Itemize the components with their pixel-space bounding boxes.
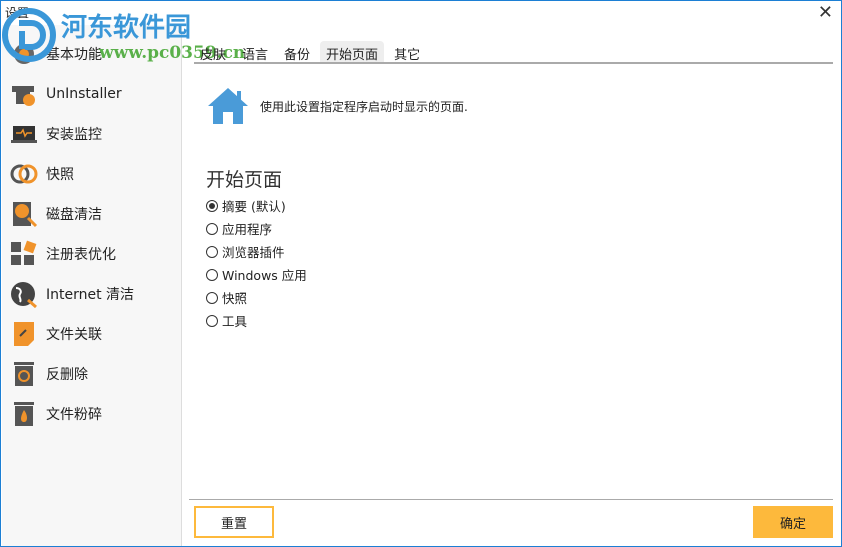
- settings-window: 设置 ✕ 基本功能 UnInstaller 安装监控 快照 磁盘清洁 注册表优化 Inter…: [0, 0, 842, 547]
- sidebar-item[interactable]: 快照: [10, 156, 180, 192]
- tab[interactable]: 开始页面: [320, 41, 385, 63]
- start-page-option[interactable]: 浏览器插件: [206, 242, 285, 261]
- option-label: 浏览器插件: [222, 245, 285, 260]
- window-title: 设置: [5, 6, 30, 20]
- gear-icon: [10, 40, 38, 68]
- tab-bar: 皮肤 语言 备份 开始页面 其它: [194, 41, 833, 64]
- sidebar: 基本功能 UnInstaller 安装监控快照磁盘清洁注册表优化 Internet 清…: [2, 25, 182, 546]
- shredder-icon: [10, 400, 38, 428]
- tab[interactable]: 语言: [236, 41, 274, 63]
- sidebar-item-label: 快照: [46, 167, 74, 183]
- footer-divider: [189, 499, 833, 500]
- radio-button[interactable]: [206, 245, 218, 258]
- start-page-option[interactable]: Windows 应用: [206, 265, 307, 284]
- option-label: 摘要 (默认): [222, 199, 286, 214]
- monitor-icon: [10, 120, 38, 148]
- sidebar-item[interactable]: Internet 清洁: [10, 276, 180, 312]
- radio-button[interactable]: [206, 291, 218, 304]
- sidebar-item-label: 文件粉碎: [46, 407, 102, 423]
- close-icon[interactable]: ✕: [818, 3, 833, 23]
- sidebar-item-label: 注册表优化: [46, 247, 116, 263]
- sidebar-item[interactable]: 文件粉碎: [10, 396, 180, 432]
- option-label: 快照: [222, 291, 248, 306]
- sidebar-item[interactable]: 文件关联: [10, 316, 180, 352]
- radio-button[interactable]: [206, 268, 218, 281]
- radio-button[interactable]: [206, 199, 218, 212]
- watermark-name: 河东软件园: [61, 13, 192, 43]
- sidebar-item-label: 基本功能: [46, 47, 102, 63]
- section-title: 开始页面: [206, 169, 283, 191]
- sidebar-item-label: Internet 清洁: [46, 287, 135, 303]
- sidebar-item-label: 安装监控: [46, 127, 102, 143]
- snapshot-icon: [10, 160, 38, 188]
- sidebar-item[interactable]: UnInstaller: [10, 76, 180, 112]
- start-page-option[interactable]: 快照: [206, 288, 247, 307]
- info-row: 使用此设置指定程序启动时显示的页面.: [206, 86, 468, 126]
- option-label: Windows 应用: [222, 268, 307, 283]
- globe-icon: [10, 280, 38, 308]
- option-label: 工具: [222, 314, 248, 329]
- undelete-icon: [10, 360, 38, 388]
- tab[interactable]: 皮肤: [194, 41, 232, 63]
- sidebar-item[interactable]: 反删除: [10, 356, 180, 392]
- start-page-option[interactable]: 摘要 (默认): [206, 196, 286, 215]
- start-page-option[interactable]: 工具: [206, 311, 247, 330]
- sidebar-item[interactable]: 磁盘清洁: [10, 196, 180, 232]
- uninstaller-icon: [10, 80, 38, 108]
- tab[interactable]: 备份: [278, 41, 316, 63]
- start-page-option[interactable]: 应用程序: [206, 219, 272, 238]
- registry-icon: [10, 240, 38, 268]
- tab[interactable]: 其它: [388, 41, 426, 63]
- ok-button[interactable]: 确定: [753, 506, 833, 538]
- sidebar-item-label: 文件关联: [46, 327, 102, 343]
- sidebar-item-label: 磁盘清洁: [46, 207, 102, 223]
- sidebar-item-label: 反删除: [46, 367, 88, 383]
- reset-button[interactable]: 重置: [194, 506, 274, 538]
- file-link-icon: [10, 320, 38, 348]
- option-label: 应用程序: [222, 222, 273, 237]
- sidebar-item-label: UnInstaller: [46, 86, 122, 102]
- home-icon: [208, 88, 248, 124]
- radio-button[interactable]: [206, 222, 218, 235]
- radio-button[interactable]: [206, 314, 218, 327]
- info-text: 使用此设置指定程序启动时显示的页面.: [260, 99, 468, 114]
- sidebar-item[interactable]: 注册表优化: [10, 236, 180, 272]
- disk-clean-icon: [10, 200, 38, 228]
- sidebar-item[interactable]: 安装监控: [10, 116, 180, 152]
